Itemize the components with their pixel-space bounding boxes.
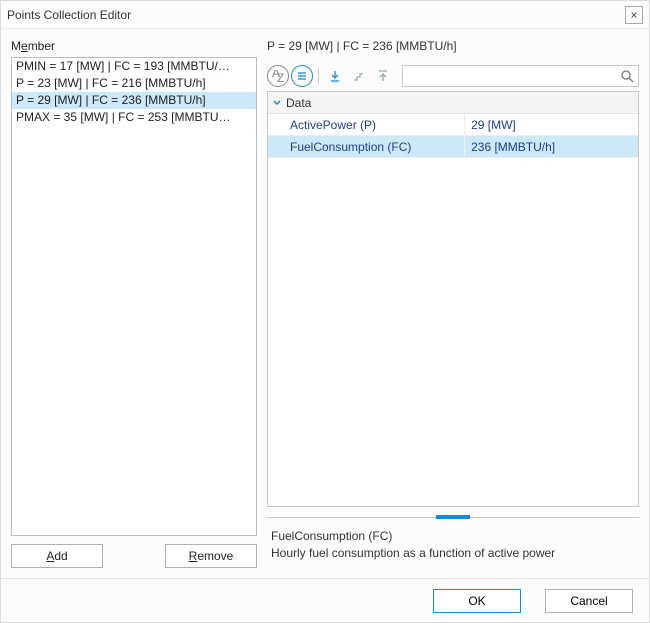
member-list[interactable]: PMIN = 17 [MW] | FC = 193 [MMBTU/… P = 2… [11, 57, 257, 536]
member-label: Member [11, 39, 257, 53]
download-icon[interactable] [324, 65, 346, 87]
selection-summary: P = 29 [MW] | FC = 236 [MMBTU/h] [267, 39, 639, 57]
search-icon [620, 69, 634, 83]
property-row[interactable]: FuelConsumption (FC) 236 [MMBTU/h] [268, 136, 638, 158]
member-item[interactable]: PMIN = 17 [MW] | FC = 193 [MMBTU/… [12, 58, 256, 75]
sort-alpha-icon[interactable]: AZ [267, 65, 289, 87]
splitter-handle-icon[interactable] [436, 515, 470, 519]
toolbar-separator [318, 67, 319, 85]
property-value[interactable]: 236 [MMBTU/h] [464, 136, 638, 157]
description-panel: FuelConsumption (FC) Hourly fuel consump… [267, 521, 639, 568]
property-search[interactable] [402, 65, 639, 87]
close-icon: × [630, 8, 637, 22]
chevron-down-icon[interactable] [272, 98, 286, 108]
add-button[interactable]: Add [11, 544, 103, 568]
member-item[interactable]: P = 23 [MW] | FC = 216 [MMBTU/h] [12, 75, 256, 92]
member-item[interactable]: P = 29 [MW] | FC = 236 [MMBTU/h] [12, 92, 256, 109]
close-button[interactable]: × [625, 6, 643, 24]
title-bar: Points Collection Editor × [1, 1, 649, 29]
description-text: Hourly fuel consumption as a function of… [271, 545, 635, 562]
steps-icon[interactable] [348, 65, 370, 87]
upload-icon[interactable] [372, 65, 394, 87]
cancel-button[interactable]: Cancel [545, 589, 633, 613]
svg-text:Z: Z [277, 71, 284, 82]
ok-button[interactable]: OK [433, 589, 521, 613]
description-splitter[interactable] [267, 515, 639, 521]
property-row[interactable]: ActivePower (P) 29 [MW] [268, 114, 638, 136]
search-input[interactable] [407, 68, 620, 84]
member-item[interactable]: PMAX = 35 [MW] | FC = 253 [MMBTU… [12, 109, 256, 126]
property-value[interactable]: 29 [MW] [464, 114, 638, 135]
window-title: Points Collection Editor [7, 8, 625, 22]
property-name: FuelConsumption (FC) [268, 136, 464, 157]
propertygrid-toolbar: AZ [267, 63, 639, 89]
description-name: FuelConsumption (FC) [271, 529, 635, 543]
remove-button[interactable]: Remove [165, 544, 257, 568]
category-row[interactable]: Data [268, 92, 638, 114]
dialog-footer: OK Cancel [1, 578, 649, 622]
category-label: Data [286, 96, 311, 110]
property-grid[interactable]: Data ActivePower (P) 29 [MW] FuelConsump… [267, 91, 639, 507]
propertygrid-blank [268, 158, 638, 506]
categorized-icon[interactable] [291, 65, 313, 87]
property-name: ActivePower (P) [268, 114, 464, 135]
